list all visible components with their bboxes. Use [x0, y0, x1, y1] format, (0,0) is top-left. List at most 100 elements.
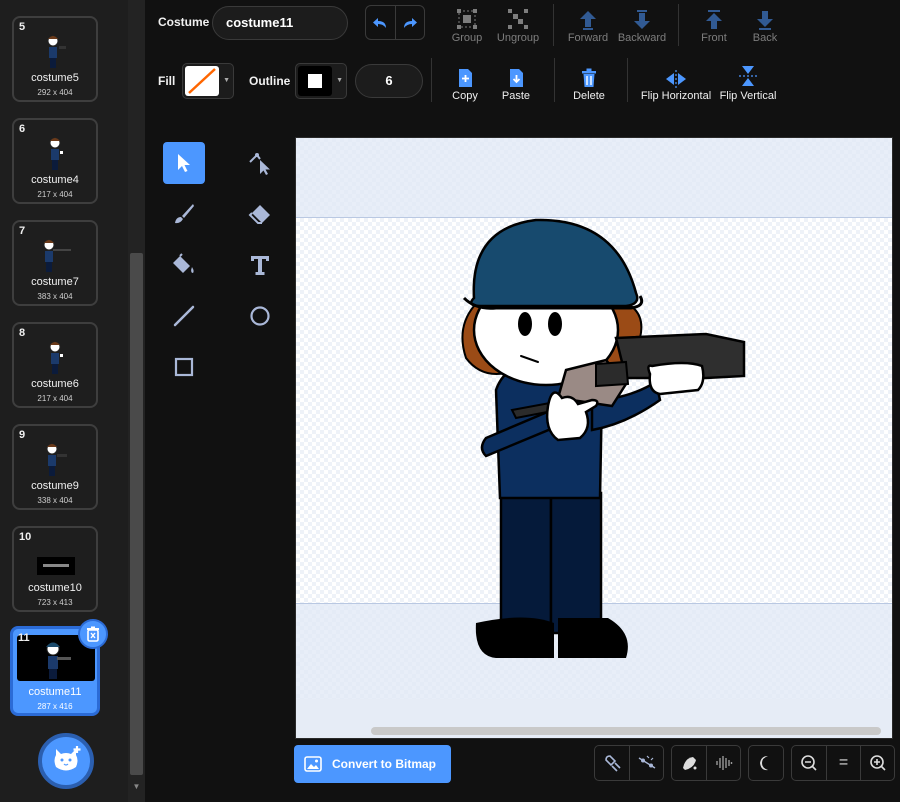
redo-button[interactable] — [396, 6, 425, 39]
zoom-reset-button[interactable]: = — [826, 746, 860, 780]
trash-icon — [582, 68, 596, 87]
costume-thumbnail — [47, 35, 66, 68]
zoom-in-button[interactable] — [860, 746, 894, 780]
costume-number: 9 — [19, 429, 26, 441]
circle-icon — [250, 306, 270, 326]
ungroup-button[interactable]: Ungroup — [488, 4, 548, 44]
brush-tool[interactable] — [163, 193, 205, 235]
costume-size: 723 x 413 — [37, 598, 73, 607]
chevron-down-icon: ▼ — [223, 77, 230, 84]
costume-number: 10 — [19, 531, 32, 543]
flip-vertical-label: Flip Vertical — [719, 90, 777, 102]
brush-icon — [175, 204, 194, 224]
arrow-up-icon — [580, 11, 596, 30]
reshape-tool[interactable] — [239, 142, 281, 184]
chevron-down-icon: ▼ — [336, 77, 343, 84]
costume-list: 5 costume5 292 x 404 6 costume4 217 x 40… — [0, 0, 145, 802]
bring-to-front-icon — [706, 10, 722, 29]
costume-thumbnail — [49, 137, 63, 170]
costume-thumbnail — [37, 557, 75, 575]
ungroup-label: Ungroup — [496, 32, 540, 44]
send-to-back-icon — [757, 11, 773, 30]
snap-points-button[interactable] — [629, 746, 663, 780]
moon-icon — [760, 756, 768, 771]
eraser-icon — [248, 205, 270, 224]
costume-card[interactable]: 10 costume10 723 x 413 — [12, 526, 98, 612]
costume-number: 8 — [19, 327, 26, 339]
text-icon — [251, 256, 269, 275]
costume-thumbnail — [46, 443, 67, 476]
costume-name-input[interactable]: costume11 — [212, 6, 348, 40]
scroll-down-icon[interactable]: ▼ — [130, 780, 143, 794]
select-tool[interactable] — [163, 142, 205, 184]
costume-number: 7 — [19, 225, 26, 237]
select-icon — [178, 154, 190, 172]
rectangle-icon — [174, 357, 194, 377]
costume-name: costume7 — [31, 276, 79, 288]
outline-width-input[interactable]: 6 — [355, 64, 423, 98]
scrollbar-thumb[interactable] — [130, 253, 143, 775]
costume-artwork[interactable] — [296, 138, 893, 739]
paint-canvas[interactable] — [295, 137, 893, 739]
costume-card[interactable]: 6 costume4 217 x 404 — [12, 118, 98, 204]
waveform-button[interactable] — [706, 746, 740, 780]
zoom-out-icon — [801, 755, 817, 771]
backward-label: Backward — [617, 32, 667, 44]
costume-card[interactable]: 9 costume9 338 x 404 — [12, 424, 98, 510]
delete-costume-button[interactable] — [78, 619, 108, 649]
forward-button[interactable]: Forward — [558, 4, 618, 44]
costume-name: costume11 — [28, 686, 82, 698]
zoom-out-button[interactable] — [792, 746, 826, 780]
render-controls — [671, 745, 741, 781]
rectangle-tool[interactable] — [163, 346, 205, 388]
choose-costume-button[interactable] — [38, 733, 94, 789]
waveform-icon — [715, 756, 732, 770]
flip-horizontal-button[interactable]: Flip Horizontal — [638, 62, 714, 102]
snap-button[interactable] — [595, 746, 629, 780]
line-icon — [173, 305, 195, 327]
antialias-button[interactable] — [672, 746, 706, 780]
eraser-tool[interactable] — [239, 193, 281, 235]
zoom-in-icon — [869, 755, 886, 771]
paste-label: Paste — [501, 90, 531, 102]
trash-icon — [87, 626, 99, 642]
line-tool[interactable] — [163, 295, 205, 337]
costume-number: 6 — [19, 123, 26, 135]
costume-card[interactable]: 8 costume6 217 x 404 — [12, 322, 98, 408]
costume-card[interactable]: 5 costume5 292 x 404 — [12, 16, 98, 102]
fill-color-picker[interactable]: ▼ — [182, 63, 234, 99]
undo-button[interactable] — [366, 6, 396, 39]
flip-horizontal-icon — [666, 70, 686, 88]
costume-size: 217 x 404 — [37, 190, 73, 199]
toolbar-divider — [553, 4, 554, 46]
delete-button[interactable]: Delete — [559, 62, 619, 102]
flip-vertical-button[interactable]: Flip Vertical — [717, 62, 779, 102]
costume-name: costume10 — [28, 582, 82, 594]
paint-toolbar: Costume costume11 Group Ungroup Forward … — [145, 0, 900, 115]
reshape-icon — [249, 153, 270, 175]
convert-to-bitmap-button[interactable]: Convert to Bitmap — [294, 745, 451, 783]
costume-thumbnail — [49, 341, 63, 374]
cat-add-icon — [54, 746, 81, 771]
fill-icon — [173, 253, 194, 273]
back-button[interactable]: Back — [735, 4, 795, 44]
dark-mode-button[interactable] — [749, 746, 783, 780]
costume-card[interactable]: 7 costume7 383 x 404 — [12, 220, 98, 306]
outline-color-picker[interactable]: ▼ — [295, 63, 347, 99]
outline-label: Outline — [249, 74, 291, 88]
text-tool[interactable] — [239, 244, 281, 286]
fill-tool[interactable] — [163, 244, 205, 286]
costume-label: Costume — [158, 15, 210, 29]
fill-swatch — [185, 66, 219, 96]
zoom-controls: = — [791, 745, 895, 781]
canvas-horizontal-scrollbar[interactable] — [371, 727, 881, 735]
circle-tool[interactable] — [239, 295, 281, 337]
paste-button[interactable]: Paste — [486, 62, 546, 102]
costume-name: costume9 — [31, 480, 79, 492]
costume-size: 217 x 404 — [37, 394, 73, 403]
flip-vertical-icon — [739, 66, 757, 86]
costume-number: 5 — [19, 21, 26, 33]
backward-button[interactable]: Backward — [612, 4, 672, 44]
costume-name: costume4 — [31, 174, 79, 186]
costume-size: 287 x 416 — [37, 702, 73, 711]
